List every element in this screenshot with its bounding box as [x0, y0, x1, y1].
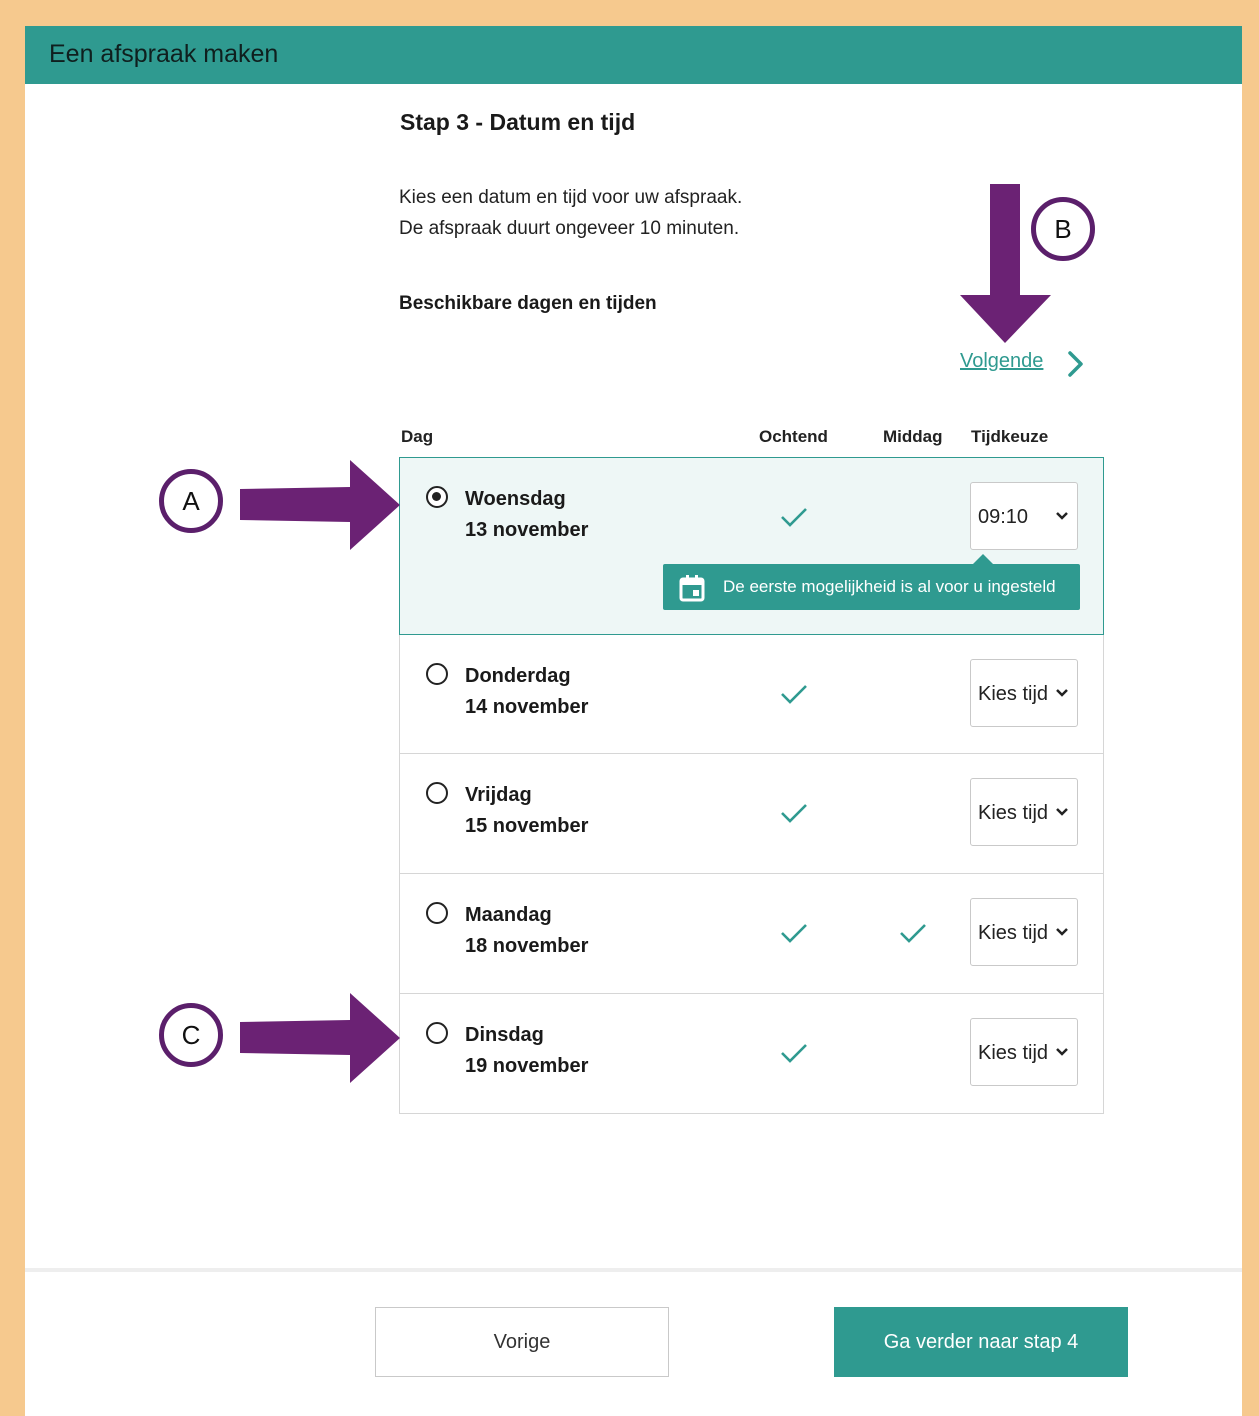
- time-select-value: 09:10: [978, 506, 1029, 528]
- header-bar: Een afspraak maken: [25, 26, 1242, 84]
- column-header-afternoon: Middag: [883, 427, 943, 446]
- check-icon: [781, 508, 807, 527]
- time-select-value: Kies tijd: [978, 683, 1049, 705]
- tooltip-text: De eerste mogelijkheid is al voor u inge…: [723, 577, 1056, 596]
- check-icon: [781, 1044, 807, 1063]
- intro-line-2: De afspraak duurt ongeveer 10 minuten.: [399, 218, 740, 239]
- chevron-down-icon: [1056, 928, 1068, 936]
- time-select-value: Kies tijd: [978, 922, 1049, 944]
- time-select-value: Kies tijd: [978, 802, 1049, 824]
- annotation-a-circle: A: [159, 469, 223, 533]
- availability-table: Woensdag 13 november 09:10 De eerste mog…: [399, 457, 1104, 1114]
- intro-line-1: Kies een datum en tijd voor uw afspraak.: [399, 187, 743, 208]
- column-header-time-choice: Tijdkeuze: [971, 427, 1049, 446]
- next-week-link[interactable]: Volgende: [960, 350, 1043, 373]
- annotation-c-circle: C: [159, 1003, 223, 1067]
- day-row-vrijdag[interactable]: Vrijdag 15 november Kies tijd: [399, 754, 1104, 874]
- day-name: Maandag: [465, 904, 552, 926]
- check-icon: [781, 804, 807, 823]
- day-date: 15 november: [465, 815, 589, 837]
- chevron-down-icon: [1056, 1048, 1068, 1056]
- chevron-right-icon[interactable]: [1065, 349, 1087, 379]
- day-name: Donderdag: [465, 665, 571, 687]
- first-option-tooltip: De eerste mogelijkheid is al voor u inge…: [663, 554, 1080, 610]
- chevron-down-icon: [1056, 808, 1068, 816]
- check-icon: [900, 924, 926, 943]
- day-name: Woensdag: [465, 488, 566, 510]
- step-title: Stap 3 - Datum en tijd: [400, 109, 636, 135]
- day-name: Dinsdag: [465, 1024, 544, 1046]
- day-date: 14 november: [465, 696, 589, 718]
- header-title: Een afspraak maken: [49, 40, 279, 68]
- time-select[interactable]: Kies tijd: [970, 1018, 1078, 1086]
- day-radio[interactable]: [426, 663, 448, 685]
- day-radio[interactable]: [426, 486, 448, 508]
- day-row-woensdag[interactable]: Woensdag 13 november 09:10 De eerste mog…: [399, 457, 1104, 635]
- day-date: 13 november: [465, 519, 589, 541]
- check-icon: [781, 924, 807, 943]
- chevron-down-icon: [1056, 689, 1068, 697]
- time-select[interactable]: 09:10: [970, 482, 1078, 550]
- column-header-morning: Ochtend: [759, 427, 828, 446]
- time-select[interactable]: Kies tijd: [970, 778, 1078, 846]
- time-select-value: Kies tijd: [978, 1042, 1049, 1064]
- annotation-b-arrow-icon: [960, 184, 1051, 343]
- available-days-title: Beschikbare dagen en tijden: [399, 293, 657, 314]
- annotation-a-arrow-icon: [240, 460, 400, 550]
- day-name: Vrijdag: [465, 784, 532, 806]
- day-date: 19 november: [465, 1055, 589, 1077]
- time-select[interactable]: Kies tijd: [970, 898, 1078, 966]
- continue-step-4-button[interactable]: Ga verder naar stap 4: [834, 1307, 1128, 1377]
- time-select[interactable]: Kies tijd: [970, 659, 1078, 727]
- day-row-dinsdag[interactable]: Dinsdag 19 november Kies tijd: [399, 994, 1104, 1114]
- check-icon: [781, 685, 807, 704]
- chevron-down-icon: [1056, 512, 1068, 520]
- day-radio[interactable]: [426, 1022, 448, 1044]
- footer-divider: [25, 1268, 1242, 1272]
- day-radio[interactable]: [426, 782, 448, 804]
- day-row-donderdag[interactable]: Donderdag 14 november Kies tijd: [399, 635, 1104, 754]
- column-header-day: Dag: [401, 427, 434, 446]
- day-radio[interactable]: [426, 902, 448, 924]
- previous-button[interactable]: Vorige: [375, 1307, 669, 1377]
- annotation-c-arrow-icon: [240, 993, 400, 1083]
- day-row-maandag[interactable]: Maandag 18 november Kies tijd: [399, 874, 1104, 994]
- day-date: 18 november: [465, 935, 589, 957]
- calendar-icon: [679, 575, 705, 602]
